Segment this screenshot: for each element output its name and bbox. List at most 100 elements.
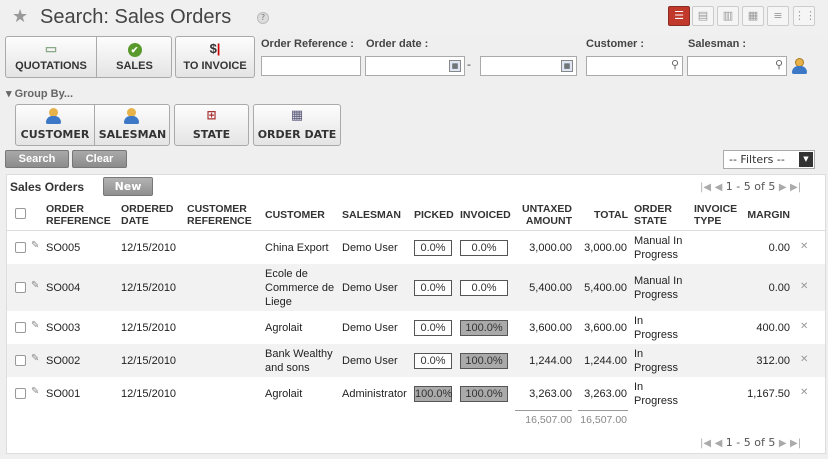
user-icon[interactable] xyxy=(792,58,807,75)
new-button[interactable]: New xyxy=(103,177,153,196)
margin-cell: 1,167.50 xyxy=(747,387,790,400)
group-by-toggle[interactable]: ▾ Group By... xyxy=(6,87,73,100)
order-reference-cell: SO002 xyxy=(46,354,81,367)
group-by-state-button[interactable]: ⊞ STATE xyxy=(174,104,249,146)
picked-progress: 0.0% xyxy=(414,352,452,369)
group-by-salesman-button[interactable]: SALESMAN xyxy=(95,105,170,145)
quotations-label: QUOTATIONS xyxy=(15,60,87,72)
col-picked[interactable]: PICKED xyxy=(414,209,454,221)
list-view-icon[interactable]: ☰ xyxy=(668,6,690,26)
delete-row-icon[interactable]: ✕ xyxy=(800,321,808,332)
first-page-icon[interactable]: |◀ xyxy=(700,438,711,449)
customer-input[interactable]: ⚲ xyxy=(586,56,683,76)
row-checkbox[interactable] xyxy=(15,241,26,253)
calendar-icon[interactable]: ▦ xyxy=(561,60,573,72)
search-icon[interactable]: ⚲ xyxy=(671,58,679,71)
row-checkbox[interactable] xyxy=(15,281,26,293)
first-page-icon[interactable]: |◀ xyxy=(700,182,711,193)
order-state-cell: Manual In Progress xyxy=(634,234,683,261)
col-total[interactable]: TOTAL xyxy=(578,209,628,221)
delete-row-icon[interactable]: ✕ xyxy=(800,241,808,252)
col-invoiced[interactable]: INVOICED xyxy=(460,209,511,221)
picked-progress-value: 100.0% xyxy=(415,387,453,400)
edit-pencil-icon[interactable]: ✎ xyxy=(31,240,39,251)
pager-bottom: |◀ ◀ 1 - 5 of 5 ▶ ▶| xyxy=(700,436,801,449)
picked-progress: 0.0% xyxy=(414,319,452,336)
kanban-view-icon[interactable]: ⋮⋮ xyxy=(793,6,816,26)
salesman-group-label: SALESMAN xyxy=(98,128,167,141)
state-label: STATE xyxy=(192,128,231,141)
edit-pencil-icon[interactable]: ✎ xyxy=(31,353,39,364)
total-cell: 1,244.00 xyxy=(584,354,627,367)
edit-pencil-icon[interactable]: ✎ xyxy=(31,386,39,397)
order-date-to-input[interactable]: ▦ xyxy=(480,56,577,76)
invoiced-progress-value: 0.0% xyxy=(471,241,497,254)
filter-group-state: ▭ QUOTATIONS ✔ SALES xyxy=(5,36,172,78)
col-order-state[interactable]: ORDER STATE xyxy=(634,203,689,227)
total-cell: 3,263.00 xyxy=(584,387,627,400)
last-page-icon[interactable]: ▶| xyxy=(790,438,801,449)
margin-cell: 0.00 xyxy=(768,241,790,254)
picked-progress-value: 0.0% xyxy=(420,321,446,334)
select-all-checkbox[interactable] xyxy=(15,208,26,219)
col-invoice-type[interactable]: INVOICE TYPE xyxy=(694,203,737,227)
order-state-cell: In Progress xyxy=(634,347,679,374)
col-customer-reference[interactable]: CUSTOMER REFERENCE xyxy=(187,203,262,227)
delete-row-icon[interactable]: ✕ xyxy=(800,354,808,365)
next-page-icon[interactable]: ▶ xyxy=(779,438,787,449)
salesman-cell: Demo User xyxy=(342,354,398,367)
col-order-reference[interactable]: ORDER REFERENCE xyxy=(46,203,116,227)
graph-view-icon[interactable]: ▥ xyxy=(717,6,739,26)
col-salesman[interactable]: SALESMAN xyxy=(342,209,412,221)
gantt-view-icon[interactable]: ≡ xyxy=(767,6,789,26)
untaxed-amount-cell: 3,000.00 xyxy=(529,241,572,254)
row-checkbox[interactable] xyxy=(15,354,26,366)
to-invoice-cell: $| TO INVOICE xyxy=(176,37,254,77)
search-icon[interactable]: ⚲ xyxy=(775,58,783,71)
to-invoice-filter-button[interactable]: $| TO INVOICE xyxy=(175,36,255,78)
order-date-from-input[interactable]: ▦ xyxy=(365,56,465,76)
edit-pencil-icon[interactable]: ✎ xyxy=(31,280,39,291)
total-line xyxy=(515,410,572,411)
edit-pencil-icon[interactable]: ✎ xyxy=(31,320,39,331)
total-cell: 5,400.00 xyxy=(584,281,627,294)
invoiced-progress: 100.0% xyxy=(460,385,508,402)
col-untaxed-amount[interactable]: UNTAXED AMOUNT xyxy=(515,203,572,227)
help-icon[interactable]: ? xyxy=(257,12,269,24)
quotations-filter-button[interactable]: ▭ QUOTATIONS xyxy=(6,37,96,77)
filters-select[interactable]: -- Filters -- ▼ xyxy=(723,150,815,169)
pager-label: 1 - 5 of 5 xyxy=(725,180,776,193)
delete-row-icon[interactable]: ✕ xyxy=(800,281,808,292)
col-margin[interactable]: MARGIN xyxy=(735,209,790,221)
pager-label: 1 - 5 of 5 xyxy=(725,436,776,449)
row-checkbox[interactable] xyxy=(15,387,26,399)
order-state-cell: In Progress xyxy=(634,314,679,341)
invoiced-progress-value: 0.0% xyxy=(471,281,497,294)
col-customer[interactable]: CUSTOMER xyxy=(265,209,335,221)
sales-label: SALES xyxy=(116,60,153,72)
col-ordered-date[interactable]: ORDERED DATE xyxy=(121,203,181,227)
order-reference-input[interactable] xyxy=(261,56,361,76)
salesman-cell: Administrator xyxy=(342,387,407,400)
total-cell: 3,600.00 xyxy=(584,321,627,334)
last-page-icon[interactable]: ▶| xyxy=(790,182,801,193)
prev-page-icon[interactable]: ◀ xyxy=(715,438,723,449)
page-view-icon[interactable]: ▤ xyxy=(692,6,714,26)
delete-row-icon[interactable]: ✕ xyxy=(800,387,808,398)
salesman-input[interactable]: ⚲ xyxy=(687,56,787,76)
group-by-order-date-button[interactable]: ▦ ORDER DATE xyxy=(253,104,341,146)
favorite-star-icon[interactable]: ★ xyxy=(12,7,28,27)
calendar-icon: ▦ xyxy=(290,108,304,123)
state-cell: ⊞ STATE xyxy=(175,105,248,145)
search-button[interactable]: Search xyxy=(5,150,69,168)
clear-button[interactable]: Clear xyxy=(72,150,127,168)
calendar-view-icon[interactable]: ▦ xyxy=(742,6,764,26)
ordered-date-cell: 12/15/2010 xyxy=(121,321,177,334)
sales-filter-button[interactable]: ✔ SALES xyxy=(97,37,172,77)
calendar-icon[interactable]: ▦ xyxy=(449,60,461,72)
filters-select-value: -- Filters -- xyxy=(729,153,785,166)
prev-page-icon[interactable]: ◀ xyxy=(715,182,723,193)
row-checkbox[interactable] xyxy=(15,321,26,333)
group-by-customer-button[interactable]: CUSTOMER xyxy=(16,105,94,145)
next-page-icon[interactable]: ▶ xyxy=(779,182,787,193)
